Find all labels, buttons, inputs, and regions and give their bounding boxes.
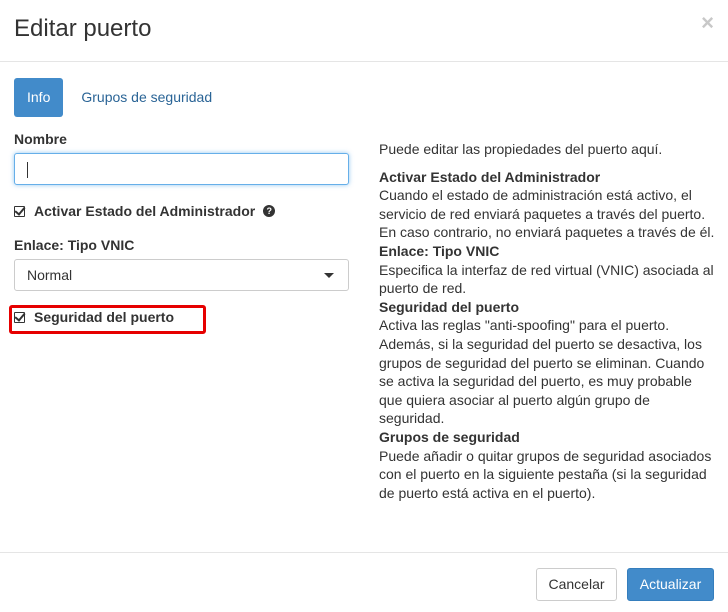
cancel-button[interactable]: Cancelar — [536, 568, 617, 601]
edit-port-modal: Editar puerto × Info Grupos de seguridad… — [0, 0, 728, 612]
caret-down-icon — [324, 273, 334, 278]
tab-security-groups[interactable]: Grupos de seguridad — [67, 78, 226, 117]
help-heading-admin-state: Activar Estado del Administrador — [379, 168, 601, 185]
update-button[interactable]: Actualizar — [627, 568, 714, 601]
admin-state-row: Activar Estado del Administrador ? — [14, 203, 276, 219]
modal-footer: Cancelar Actualizar — [0, 552, 728, 612]
help-heading-security-groups: Grupos de seguridad — [379, 428, 520, 445]
name-label: Nombre — [14, 131, 67, 147]
help-heading-vnic-type: Enlace: Tipo VNIC — [379, 242, 500, 259]
vnic-type-label: Enlace: Tipo VNIC — [14, 237, 135, 253]
help-panel: Puede editar las propiedades del puerto … — [379, 140, 715, 502]
tab-info[interactable]: Info — [14, 78, 64, 117]
text-caret — [27, 162, 28, 178]
close-icon[interactable]: × — [701, 12, 714, 34]
name-input[interactable] — [14, 153, 349, 185]
highlight-box — [9, 305, 206, 334]
help-heading-port-security: Seguridad del puerto — [379, 298, 520, 315]
help-text-security-groups: Puede añadir o quitar grupos de segurida… — [379, 447, 712, 501]
help-text-port-security: Activa las reglas "anti-spoofing" para e… — [379, 317, 705, 427]
vnic-type-value: Normal — [27, 267, 73, 283]
modal-title: Editar puerto — [14, 15, 152, 42]
admin-state-label: Activar Estado del Administrador — [34, 203, 256, 219]
tab-bar: Info Grupos de seguridad — [14, 78, 226, 117]
help-text-admin-state: Cuando el estado de administración está … — [379, 187, 715, 241]
help-intro: Puede editar las propiedades del puerto … — [379, 141, 663, 157]
question-circle-icon[interactable]: ? — [263, 205, 276, 217]
modal-header: Editar puerto × — [0, 0, 728, 62]
help-text-vnic-type: Especifica la interfaz de red virtual (V… — [379, 261, 714, 297]
admin-state-checkbox[interactable] — [14, 205, 25, 217]
vnic-type-select[interactable]: Normal — [14, 259, 349, 291]
